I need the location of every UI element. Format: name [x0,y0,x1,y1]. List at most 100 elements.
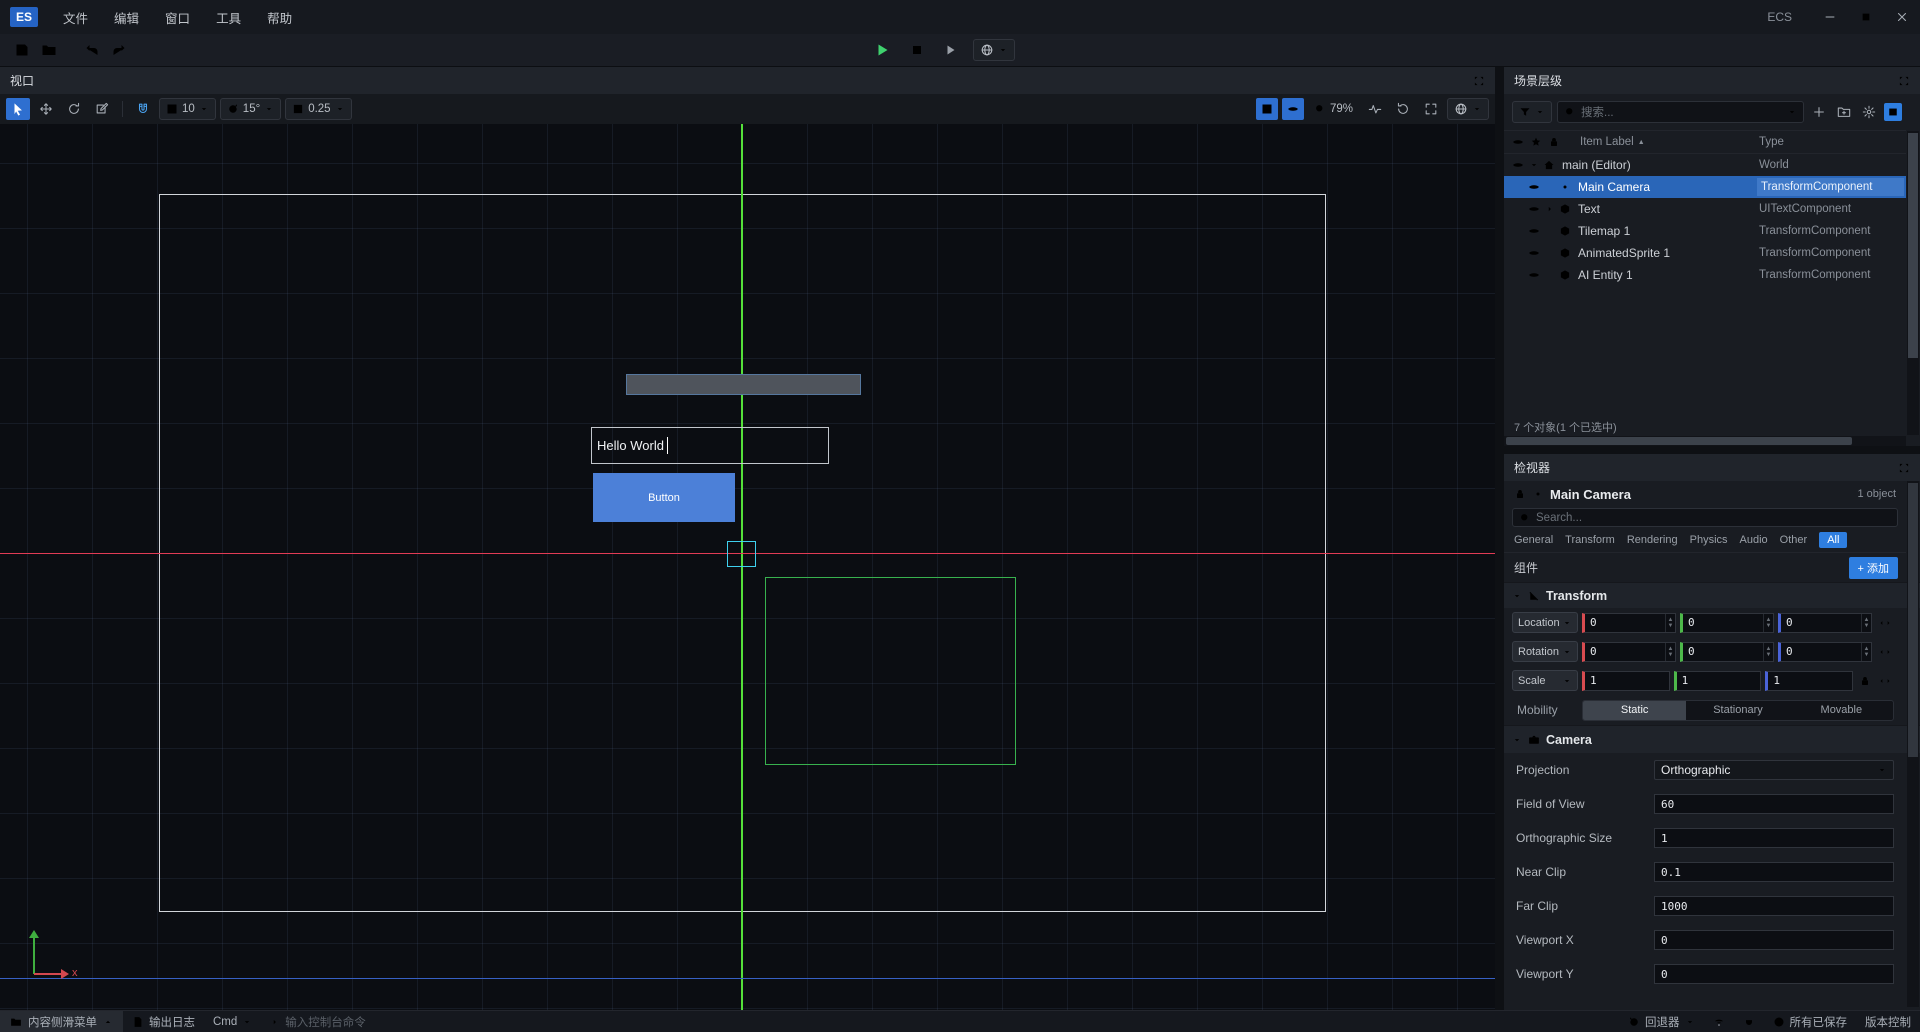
menu-file[interactable]: 文件 [50,4,101,31]
rotation-y-field[interactable]: 0▲▼ [1680,642,1774,662]
camera-section-header[interactable]: Camera [1504,725,1920,753]
expand-caret-icon[interactable] [1529,160,1543,170]
item-label-column[interactable]: Item Label ▲ [1580,136,1645,148]
panel-splitter[interactable] [1495,67,1504,1010]
select-tool-button[interactable] [6,98,30,120]
panel-toggle-button[interactable] [1884,103,1902,121]
redo-button[interactable] [105,37,132,63]
play-button[interactable] [868,37,895,63]
close-button[interactable] [1884,0,1920,34]
visibility-eye-icon[interactable] [1528,269,1545,281]
filter-dropdown[interactable] [1512,101,1552,123]
scale-dropdown[interactable]: Scale [1512,670,1578,691]
tab-general[interactable]: General [1514,534,1553,546]
minimize-button[interactable] [1812,0,1848,34]
output-log-button[interactable]: 输出日志 [123,1011,204,1032]
version-control-button[interactable]: 版本控制 [1856,1011,1920,1032]
tab-physics[interactable]: Physics [1690,534,1728,546]
hierarchy-row-animatedsprite[interactable]: AnimatedSprite 1 TransformComponent [1504,242,1906,264]
collapsed-caret-icon[interactable] [1545,204,1559,214]
tab-rendering[interactable]: Rendering [1627,534,1678,546]
favorite-column-icon[interactable] [1530,136,1542,148]
edit-tool-button[interactable] [90,98,114,120]
link-axes-icon[interactable] [1876,617,1894,629]
hierarchy-vertical-scrollbar[interactable] [1907,131,1919,435]
run-target-dropdown[interactable] [973,39,1015,61]
rotation-z-field[interactable]: 0▲▼ [1778,642,1872,662]
network-status-button[interactable] [1704,1011,1734,1032]
transform-section-header[interactable]: Transform [1504,582,1920,608]
viewport-x-field[interactable]: 0 [1654,930,1894,950]
mobility-movable-option[interactable]: Movable [1790,701,1893,720]
orthographic-size-field[interactable]: 1 [1654,828,1894,848]
camera-mode-dropdown[interactable] [1447,98,1489,120]
hierarchy-row-main[interactable]: main (Editor) World [1504,154,1906,176]
maximize-button[interactable] [1848,0,1884,34]
tab-transform[interactable]: Transform [1565,534,1615,546]
tab-audio[interactable]: Audio [1740,534,1768,546]
fullscreen-button[interactable] [1419,98,1443,120]
location-z-field[interactable]: 0▲▼ [1778,613,1872,633]
hierarchy-row-text[interactable]: Text UITextComponent [1504,198,1906,220]
viewport-y-field[interactable]: 0 [1654,964,1894,984]
content-drawer-button[interactable]: 内容侧滑菜单 [0,1011,123,1032]
tab-all[interactable]: All [1819,532,1847,548]
gizmo-visibility-toggle[interactable] [1282,98,1304,120]
move-tool-button[interactable] [34,98,58,120]
visibility-eye-icon[interactable] [1512,159,1529,171]
hierarchy-settings-button[interactable] [1859,102,1879,122]
hierarchy-search-input[interactable]: 搜索... [1557,101,1804,123]
save-button[interactable] [8,37,35,63]
open-folder-button[interactable] [35,37,62,63]
scale-z-field[interactable]: 1 [1765,671,1853,691]
uniform-scale-lock-icon[interactable] [1857,675,1872,687]
add-entity-button[interactable] [1809,102,1829,122]
mobility-stationary-option[interactable]: Stationary [1686,701,1789,720]
hierarchy-row-main-camera[interactable]: Main Camera TransformComponent [1504,176,1906,198]
location-x-field[interactable]: 0▲▼ [1582,613,1676,633]
near-clip-field[interactable]: 0.1 [1654,862,1894,882]
lock-icon[interactable] [1514,488,1526,500]
lock-column-icon[interactable] [1548,136,1560,148]
grid-visibility-toggle[interactable] [1256,98,1278,120]
location-dropdown[interactable]: Location [1512,612,1578,633]
text-scene-element[interactable]: Hello World [591,427,829,464]
scale-x-field[interactable]: 1 [1582,671,1670,691]
region-outline[interactable] [765,577,1016,765]
viewport-expand-icon[interactable] [1473,75,1485,87]
rotate-tool-button[interactable] [62,98,86,120]
visibility-eye-icon[interactable] [1528,225,1545,237]
type-column[interactable]: Type [1759,136,1784,148]
inspector-vertical-scrollbar[interactable] [1907,481,1919,1007]
menu-window[interactable]: 窗口 [152,4,203,31]
hierarchy-horizontal-scrollbar[interactable] [1504,436,1906,446]
reset-view-button[interactable] [1391,98,1415,120]
hierarchy-row-ai-entity[interactable]: AI Entity 1 TransformComponent [1504,264,1906,286]
add-component-button[interactable]: + 添加 [1849,557,1898,579]
grid-size-dropdown[interactable]: 10 [159,98,216,120]
visibility-eye-icon[interactable] [1528,247,1545,259]
inspector-search-input[interactable]: Search... [1512,508,1898,527]
rollback-dropdown[interactable]: 回退器 [1619,1011,1704,1032]
save-status[interactable]: 所有已保存 [1764,1011,1857,1032]
cmd-dropdown[interactable]: Cmd [204,1011,261,1032]
mobility-static-option[interactable]: Static [1583,701,1686,720]
step-button[interactable] [938,37,965,63]
tab-other[interactable]: Other [1780,534,1808,546]
menu-help[interactable]: 帮助 [254,4,305,31]
menu-tools[interactable]: 工具 [203,4,254,31]
scale-y-field[interactable]: 1 [1674,671,1762,691]
new-folder-button[interactable] [1834,102,1854,122]
visibility-eye-icon[interactable] [1528,203,1545,215]
hierarchy-row-tilemap[interactable]: Tilemap 1 TransformComponent [1504,220,1906,242]
stats-button[interactable] [1363,98,1387,120]
link-axes-icon[interactable] [1876,646,1894,658]
rotation-x-field[interactable]: 0▲▼ [1582,642,1676,662]
connection-button[interactable] [1734,1011,1764,1032]
projection-dropdown[interactable]: Orthographic [1654,760,1894,780]
rotation-dropdown[interactable]: Rotation [1512,641,1578,662]
menu-edit[interactable]: 编辑 [101,4,152,31]
visibility-eye-icon[interactable] [1528,181,1545,193]
visibility-column-icon[interactable] [1512,136,1524,148]
zoom-indicator[interactable]: 79% [1308,103,1359,115]
